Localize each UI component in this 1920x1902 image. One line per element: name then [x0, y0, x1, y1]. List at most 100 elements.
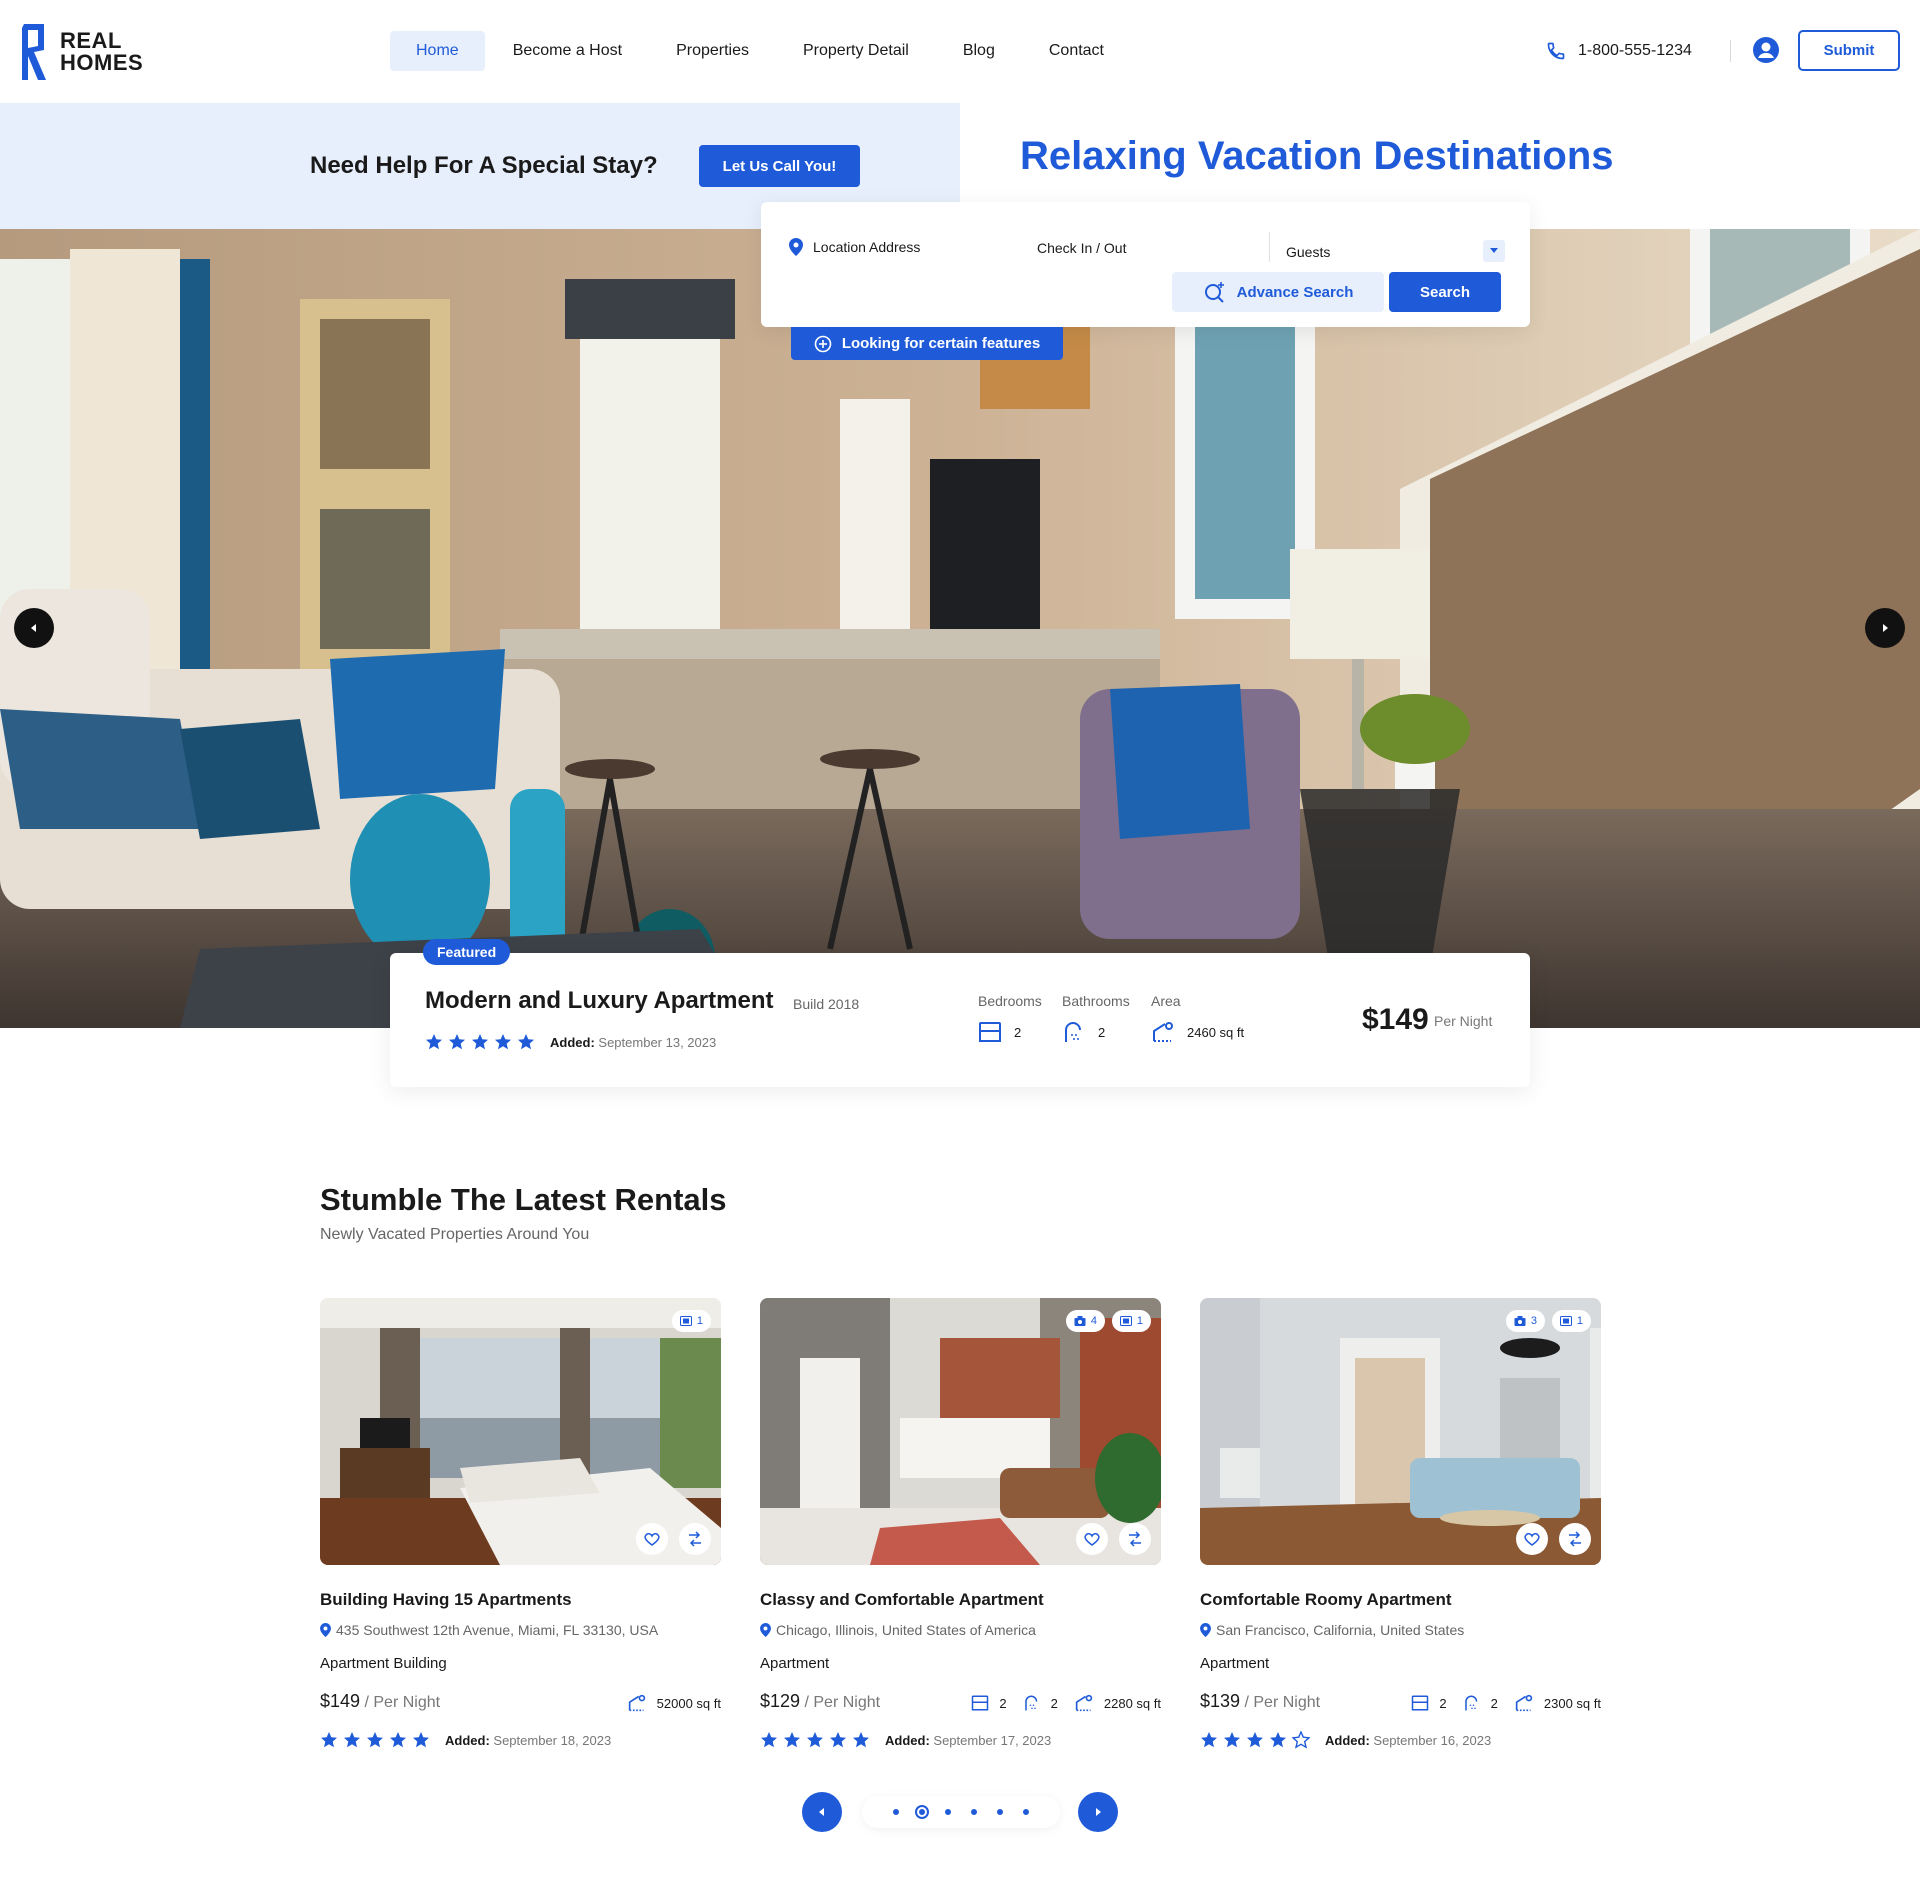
carousel-dots: [862, 1796, 1060, 1828]
star-filled-icon: [1270, 1732, 1286, 1748]
nav-properties[interactable]: Properties: [650, 31, 775, 71]
star-filled-icon: [853, 1732, 869, 1748]
phone-link[interactable]: 1-800-555-1234: [1546, 36, 1692, 66]
main-nav: Home Become a Host Properties Property D…: [390, 31, 1132, 71]
nav-become-a-host[interactable]: Become a Host: [487, 31, 648, 71]
chevron-right-icon: [1096, 1808, 1101, 1816]
star-filled-icon: [390, 1732, 406, 1748]
star-filled-icon: [449, 1034, 465, 1050]
user-account-icon[interactable]: [1752, 36, 1780, 64]
featured-property-card[interactable]: Featured Modern and Luxury Apartment Bui…: [390, 939, 1530, 1087]
header-divider: [1730, 40, 1731, 62]
compare-icon: [1569, 1531, 1581, 1547]
advance-search-label: Advance Search: [1236, 283, 1354, 301]
compare-button[interactable]: [679, 1523, 711, 1555]
map-pin-icon: [320, 1623, 331, 1637]
favorite-button[interactable]: [1076, 1523, 1108, 1555]
caret-down-icon: [1483, 240, 1505, 262]
compare-button[interactable]: [1119, 1523, 1151, 1555]
star-filled-icon: [426, 1034, 442, 1050]
advance-search-button[interactable]: Advance Search: [1172, 272, 1384, 312]
star-empty-icon: [1292, 1731, 1310, 1749]
heart-icon: [1084, 1532, 1100, 1546]
property-title[interactable]: Comfortable Roomy Apartment: [1200, 1590, 1452, 1610]
photo-count-badge: 3: [1505, 1310, 1545, 1332]
star-filled-icon: [344, 1732, 360, 1748]
location-field[interactable]: Location Address: [789, 238, 920, 256]
call-me-button[interactable]: Let Us Call You!: [699, 145, 860, 187]
property-baths: 2: [1463, 1694, 1498, 1712]
bed-icon: [979, 1022, 1001, 1042]
nav-contact[interactable]: Contact: [1023, 31, 1130, 71]
nav-home[interactable]: Home: [390, 31, 485, 71]
featured-price: $149: [1362, 1003, 1429, 1036]
carousel-dot[interactable]: [997, 1809, 1003, 1815]
star-filled-icon: [472, 1034, 488, 1050]
section-title: Stumble The Latest Rentals: [320, 1182, 727, 1217]
search-plus-icon: [1204, 282, 1224, 303]
property-title[interactable]: Classy and Comfortable Apartment: [760, 1590, 1044, 1610]
hero-prev-button[interactable]: [14, 608, 54, 648]
property-rating: [760, 1731, 875, 1749]
guests-select[interactable]: Guests: [1269, 232, 1505, 262]
video-count-badge: 1: [1551, 1310, 1591, 1332]
carousel-dot[interactable]: [915, 1805, 929, 1819]
property-type: Apartment Building: [320, 1655, 447, 1672]
heart-icon: [1524, 1532, 1540, 1546]
featured-title[interactable]: Modern and Luxury Apartment: [425, 987, 773, 1015]
star-filled-icon: [807, 1732, 823, 1748]
property-area: 52000 sq ft: [627, 1694, 721, 1712]
compare-button[interactable]: [1559, 1523, 1591, 1555]
property-title[interactable]: Building Having 15 Apartments: [320, 1590, 572, 1610]
favorite-button[interactable]: [1516, 1523, 1548, 1555]
help-text: Need Help For A Special Stay?: [310, 152, 658, 179]
logo[interactable]: REAL HOMES: [20, 22, 150, 82]
submit-button[interactable]: Submit: [1798, 30, 1900, 71]
property-rating: [1200, 1731, 1315, 1749]
features-label: Looking for certain features: [841, 335, 1041, 352]
featured-build-year: Build 2018: [793, 996, 860, 1012]
star-filled-icon: [495, 1034, 511, 1050]
property-address: 435 Southwest 12th Avenue, Miami, FL 331…: [320, 1622, 658, 1638]
video-icon: [1559, 1316, 1572, 1326]
hero-next-button[interactable]: [1865, 608, 1905, 648]
featured-area: Area 2460 sq ft: [1151, 993, 1244, 1043]
video-icon: [679, 1316, 692, 1326]
shower-icon: [1024, 1695, 1037, 1711]
property-price: $139 / Per Night: [1200, 1691, 1321, 1711]
video-count-badge: 1: [671, 1310, 711, 1332]
carousel-dot[interactable]: [1023, 1809, 1029, 1815]
compare-icon: [689, 1531, 701, 1547]
star-filled-icon: [367, 1732, 383, 1748]
star-filled-icon: [784, 1732, 800, 1748]
features-toggle-button[interactable]: Looking for certain features: [791, 327, 1063, 360]
property-type: Apartment: [1200, 1655, 1270, 1672]
carousel-next-button[interactable]: [1078, 1792, 1118, 1832]
carousel-dot[interactable]: [945, 1809, 951, 1815]
featured-badge: Featured: [423, 939, 511, 965]
chevron-left-icon: [819, 1808, 824, 1816]
location-label: Location Address: [813, 239, 921, 255]
shower-icon: [1065, 1022, 1081, 1042]
favorite-button[interactable]: [636, 1523, 668, 1555]
star-filled-icon: [321, 1732, 337, 1748]
carousel-dot[interactable]: [893, 1809, 899, 1815]
video-count-badge: 1: [1111, 1310, 1151, 1332]
check-in-out-field[interactable]: Check In / Out: [1037, 240, 1126, 256]
property-rating: [320, 1731, 435, 1749]
search-button[interactable]: Search: [1389, 272, 1501, 312]
video-icon: [1119, 1316, 1132, 1326]
bed-icon: [1412, 1695, 1429, 1711]
carousel-dot[interactable]: [971, 1809, 977, 1815]
property-added: Added: September 18, 2023: [445, 1733, 612, 1748]
map-pin-icon: [1200, 1623, 1211, 1637]
featured-bathrooms: Bathrooms 2: [1062, 993, 1130, 1043]
star-filled-icon: [1201, 1732, 1217, 1748]
carousel-prev-button[interactable]: [802, 1792, 842, 1832]
nav-property-detail[interactable]: Property Detail: [777, 31, 935, 71]
compare-icon: [1129, 1531, 1141, 1547]
property-type: Apartment: [760, 1655, 830, 1672]
nav-blog[interactable]: Blog: [937, 31, 1021, 71]
logo-line-1: REAL: [60, 28, 122, 53]
property-meta: 2 2 2300 sq ft: [1395, 1694, 1601, 1712]
